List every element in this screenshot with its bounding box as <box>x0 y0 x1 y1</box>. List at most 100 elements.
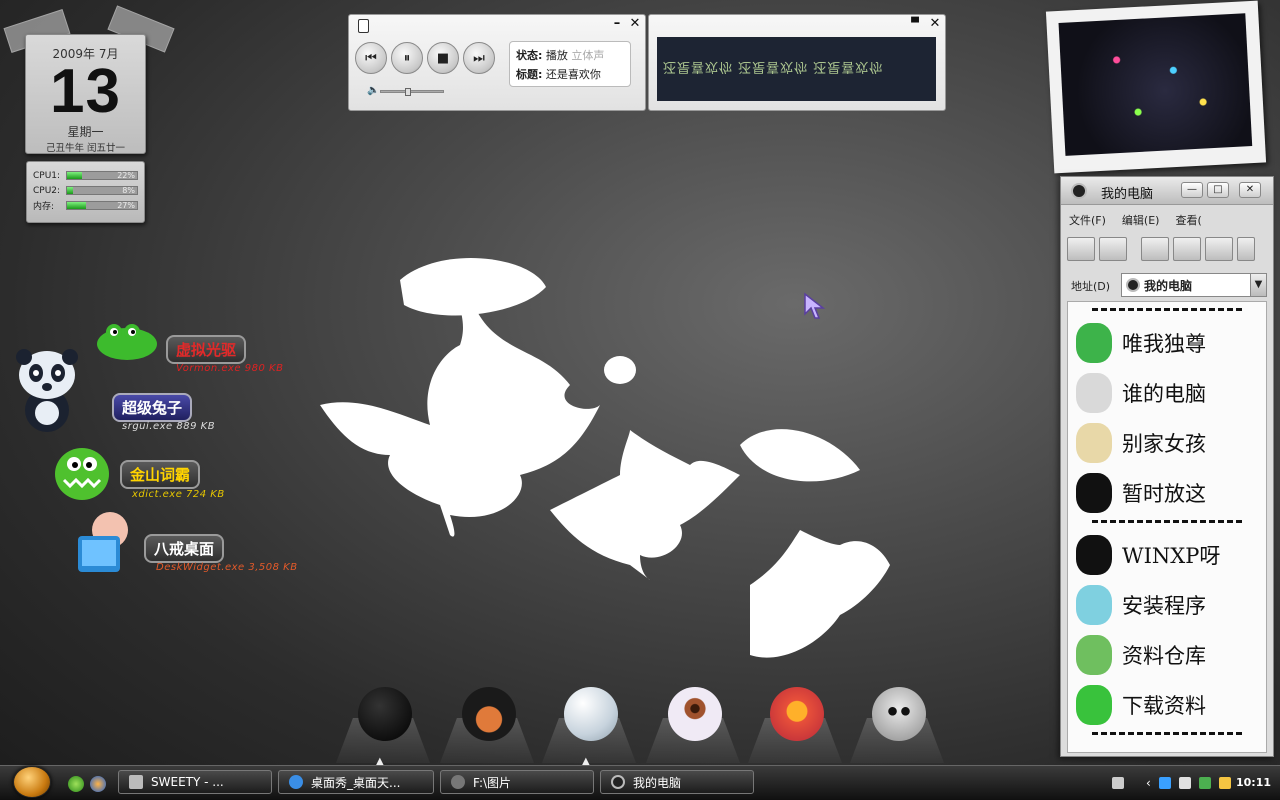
volume-knob[interactable] <box>405 88 411 96</box>
list-item[interactable]: 别家女孩 <box>1076 420 1262 466</box>
cpu1-row: CPU1: 22% <box>33 168 138 183</box>
previous-button[interactable]: ⏮ <box>355 42 387 74</box>
dock-item-fruit[interactable] <box>748 683 842 763</box>
cpu2-row: CPU2: 8% <box>33 183 138 198</box>
tray-expand-icon[interactable]: ‹ <box>1146 776 1151 790</box>
start-button[interactable] <box>13 766 51 798</box>
cpu2-percent: 8% <box>122 186 135 195</box>
dock-item-skull[interactable] <box>850 683 944 763</box>
desktop-icon-subtitle: srgui.exe 889 KB <box>122 421 216 432</box>
next-button[interactable]: ⏭ <box>463 42 495 74</box>
taskbar-item[interactable]: 桌面秀_桌面天... <box>278 770 434 794</box>
pause-button[interactable]: ⏸ <box>391 42 423 74</box>
desktop-icon-subtitle: DeskWidget.exe 3,508 KB <box>156 562 298 573</box>
dock-item-hedgehog[interactable] <box>440 683 534 763</box>
cpu1-percent: 22% <box>117 171 135 180</box>
photo-frame-widget[interactable] <box>1045 0 1267 174</box>
forward-button[interactable] <box>1099 237 1127 261</box>
cpu-monitor-widget[interactable]: CPU1: 22% CPU2: 8% 内存: 27% <box>26 161 145 223</box>
stop-button[interactable]: ■ <box>427 42 459 74</box>
taskbar-item[interactable]: SWEETY - ... <box>118 770 272 794</box>
back-button[interactable] <box>1067 237 1095 261</box>
views-button[interactable] <box>1205 237 1233 261</box>
list-item-label: 别家女孩 <box>1122 432 1206 456</box>
dock-item-soot-sprite[interactable]: ▲ <box>336 683 430 767</box>
memory-bar-fill <box>67 202 86 209</box>
minimize-icon[interactable]: – <box>609 17 625 31</box>
photo-image <box>1058 13 1253 156</box>
title-label: 标题: <box>516 68 543 81</box>
list-item[interactable]: 谁的电脑 <box>1076 370 1262 416</box>
menu-file[interactable]: 文件(F) <box>1069 212 1106 228</box>
pig-mascot-icon <box>78 512 128 572</box>
list-item[interactable]: 下载资料 <box>1076 682 1262 728</box>
taskbar-item[interactable]: 我的电脑 <box>600 770 754 794</box>
next-icon: ⏭ <box>473 50 485 66</box>
dock-item-eyeball[interactable] <box>646 683 740 763</box>
hedgehog-icon <box>462 687 516 741</box>
eyeball-icon <box>668 687 722 741</box>
restore-icon[interactable]: ▀ <box>907 17 923 31</box>
volume-icon[interactable] <box>1178 777 1191 789</box>
umbrella-icon[interactable] <box>1218 777 1231 789</box>
green-monster-icon <box>1076 323 1112 363</box>
calendar-weekday: 星期一 <box>67 125 104 139</box>
cpu1-bar: 22% <box>66 171 138 180</box>
cpu1-bar-fill <box>67 172 83 179</box>
menu-view[interactable]: 查看( <box>1175 212 1201 228</box>
list-item-label: 资料仓库 <box>1122 644 1206 668</box>
my-computer-window[interactable]: 我的电脑 — □ ✕ 文件(F) 编辑(E) 查看( 地址(D) 我的电脑 ▼ … <box>1060 176 1274 757</box>
cpu1-label: CPU1: <box>33 170 61 181</box>
close-icon[interactable]: ✕ <box>627 17 643 31</box>
music-player[interactable]: – ✕ ⏮ ⏸ ■ ⏭ 🔈 状态: 播放 立体声 标题: 还是喜欢你 <box>348 14 646 111</box>
visualizer-text: 还是喜欢你 还是喜欢你 还是喜欢你 <box>663 59 884 74</box>
title-value: 还是喜欢你 <box>545 68 601 81</box>
network-icon[interactable] <box>1158 777 1171 789</box>
close-button[interactable]: ✕ <box>1239 182 1261 198</box>
list-item[interactable]: 暂时放这 <box>1076 470 1262 516</box>
address-bar[interactable]: 我的电脑 ▼ <box>1121 273 1267 297</box>
chevron-down-icon[interactable]: ▼ <box>1250 274 1266 296</box>
up-button[interactable] <box>1141 237 1169 261</box>
menu-bar: 文件(F) 编辑(E) 查看( <box>1069 209 1269 231</box>
taskbar-item-label: 桌面秀_桌面天... <box>311 775 401 790</box>
previous-icon: ⏮ <box>365 50 377 66</box>
ninja-icon <box>1076 473 1112 513</box>
firefox-icon[interactable] <box>90 776 106 792</box>
desktop-icon-subtitle: Vormon.exe 980 KB <box>176 363 284 374</box>
menu-edit[interactable]: 编辑(E) <box>1122 212 1160 228</box>
skull-icon <box>872 687 926 741</box>
list-item[interactable]: WINXP呀 <box>1076 532 1262 578</box>
volume-slider[interactable] <box>380 88 444 96</box>
calendar-lunar-date: 己丑牛年 闰五廿一 <box>45 143 126 154</box>
quicklaunch-desktop-icon[interactable] <box>68 776 84 792</box>
dock-item-golf-ball[interactable]: ▲ <box>542 683 636 767</box>
close-icon[interactable]: ✕ <box>927 17 943 31</box>
girl-icon <box>1076 423 1112 463</box>
folder-icon <box>451 775 465 789</box>
calendar-widget[interactable]: 2009年 7月 13 星期一 己丑牛年 闰五廿一 <box>25 34 146 154</box>
list-item[interactable]: 安装程序 <box>1076 582 1262 628</box>
keyboard-icon[interactable] <box>1112 777 1124 789</box>
fruit-icon <box>770 687 824 741</box>
list-item[interactable]: 资料仓库 <box>1076 632 1262 678</box>
visualizer-panel[interactable]: ▀ ✕ 还是喜欢你 还是喜欢你 还是喜欢你 <box>648 14 946 111</box>
desktop-icon-label: 超级兔子 <box>112 393 193 422</box>
window-titlebar[interactable]: 我的电脑 — □ ✕ <box>1061 177 1273 205</box>
more-button[interactable] <box>1237 237 1255 261</box>
visualizer-screen: 还是喜欢你 还是喜欢你 还是喜欢你 <box>657 37 936 101</box>
maximize-button[interactable]: □ <box>1207 182 1229 198</box>
desktop-icon-label: 虚拟光驱 <box>166 335 247 364</box>
clock[interactable]: 10:11 <box>1236 776 1271 789</box>
robot-icon <box>1076 373 1112 413</box>
green-monster-icon <box>55 448 109 500</box>
taskbar-item[interactable]: F:\图片 <box>440 770 594 794</box>
minimize-button[interactable]: — <box>1181 182 1203 198</box>
security-icon[interactable] <box>1198 777 1211 789</box>
player-app-icon <box>129 775 143 789</box>
drive-icon <box>611 775 625 789</box>
list-item[interactable]: 唯我独尊 <box>1076 320 1262 366</box>
folders-button[interactable] <box>1173 237 1201 261</box>
toolbar <box>1067 237 1271 263</box>
list-item-label: WINXP呀 <box>1122 544 1221 568</box>
